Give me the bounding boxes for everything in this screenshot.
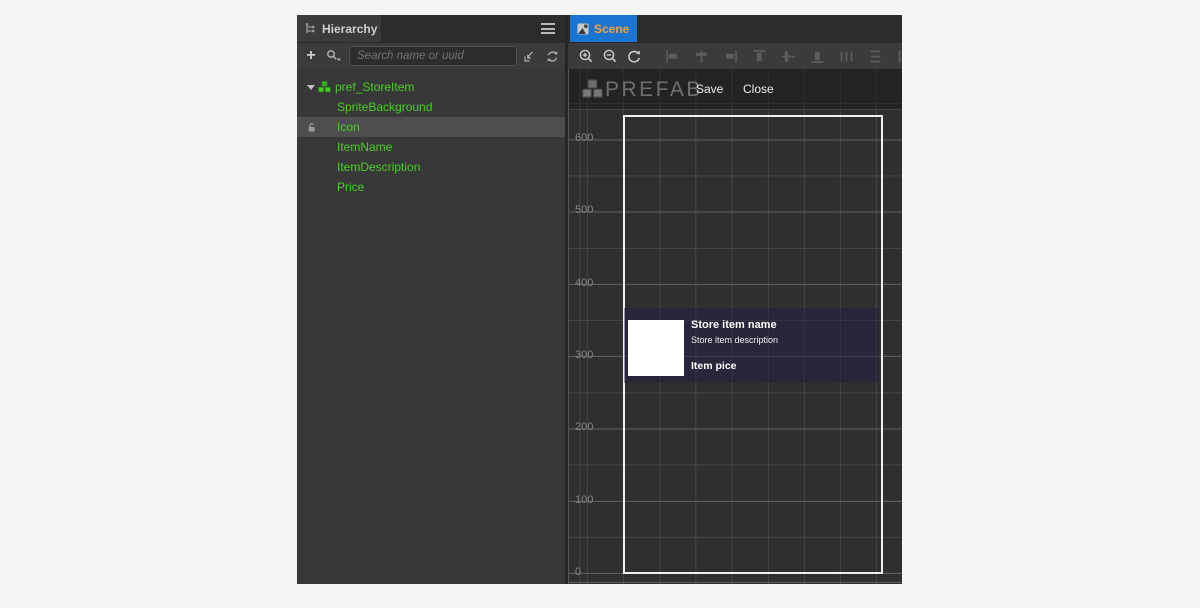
scene-toolbar xyxy=(568,42,902,69)
node-label: SpriteBackground xyxy=(297,100,432,114)
tree-row-itemname[interactable]: ItemName xyxy=(297,137,565,157)
node-label: ItemName xyxy=(297,140,392,154)
item-name-label[interactable]: Store item name xyxy=(691,319,777,331)
icon-sprite-node[interactable] xyxy=(628,320,684,376)
scene-viewport[interactable]: 600 500 400 300 200 100 0 Store item nam… xyxy=(568,69,902,584)
add-node-icon[interactable]: + xyxy=(303,47,319,65)
align-bottom-icon[interactable] xyxy=(803,49,832,64)
align-vcenter-icon[interactable] xyxy=(774,49,803,64)
scene-tabbar: Scene xyxy=(568,15,902,42)
ruler-label: 100 xyxy=(575,494,593,506)
collapse-all-icon[interactable] xyxy=(522,49,537,64)
reset-view-icon[interactable] xyxy=(626,48,643,65)
hierarchy-toolbar: + xyxy=(297,42,565,69)
refresh-icon[interactable] xyxy=(545,49,560,64)
prefab-cubes-icon xyxy=(318,81,331,93)
hierarchy-tabbar: Hierarchy xyxy=(297,15,565,42)
tree-row-spritebackground[interactable]: SpriteBackground xyxy=(297,97,565,117)
save-button[interactable]: Save xyxy=(696,82,723,96)
tab-hierarchy[interactable]: Hierarchy xyxy=(297,15,381,42)
align-hcenter-icon[interactable] xyxy=(687,49,716,64)
tab-scene[interactable]: Scene xyxy=(570,15,637,42)
stretch-icon[interactable] xyxy=(890,49,902,64)
scene-panel: Scene xyxy=(568,15,902,584)
hierarchy-tree: pref_StoreItem SpriteBackground Icon Ite… xyxy=(297,69,565,197)
search-input[interactable] xyxy=(349,46,517,66)
ruler-label: 300 xyxy=(575,349,593,361)
hierarchy-tree-icon xyxy=(305,23,317,35)
hierarchy-panel: Hierarchy + xyxy=(297,15,565,584)
scene-tab-label: Scene xyxy=(594,22,629,36)
expand-caret-icon[interactable] xyxy=(307,85,315,90)
node-label: Price xyxy=(297,180,364,194)
ruler-label: 500 xyxy=(575,204,593,216)
editor-workspace: Hierarchy + xyxy=(297,15,902,584)
tree-row-icon[interactable]: Icon xyxy=(297,117,565,137)
align-left-icon[interactable] xyxy=(658,49,687,64)
tree-row-price[interactable]: Price xyxy=(297,177,565,197)
ruler-label: 0 xyxy=(575,566,581,578)
tree-row-pref-storeitem[interactable]: pref_StoreItem xyxy=(297,77,565,97)
item-price-label[interactable]: Item pice xyxy=(691,360,737,372)
ruler-label: 200 xyxy=(575,421,593,433)
zoom-in-icon[interactable] xyxy=(578,48,595,65)
distribute-v-icon[interactable] xyxy=(861,49,890,64)
zoom-out-icon[interactable] xyxy=(602,48,619,65)
ruler-label: 400 xyxy=(575,277,593,289)
tree-row-itemdescription[interactable]: ItemDescription xyxy=(297,157,565,177)
ruler-label: 600 xyxy=(575,132,593,144)
prefab-mode-title: PREFAB xyxy=(605,78,703,102)
prefab-mode-bar: PREFAB Save Close xyxy=(569,69,902,110)
distribute-h-icon[interactable] xyxy=(832,49,861,64)
close-button[interactable]: Close xyxy=(743,82,774,96)
search-filter-icon[interactable] xyxy=(326,49,341,63)
hierarchy-tab-label: Hierarchy xyxy=(322,22,377,36)
node-label: ItemDescription xyxy=(297,160,420,174)
prefab-cubes-icon xyxy=(582,79,603,99)
scene-image-icon xyxy=(577,23,589,35)
panel-menu-icon[interactable] xyxy=(541,23,555,34)
unlock-icon[interactable] xyxy=(307,122,318,133)
item-description-label[interactable]: Store item description xyxy=(691,335,778,345)
align-top-icon[interactable] xyxy=(745,49,774,64)
align-right-icon[interactable] xyxy=(716,49,745,64)
